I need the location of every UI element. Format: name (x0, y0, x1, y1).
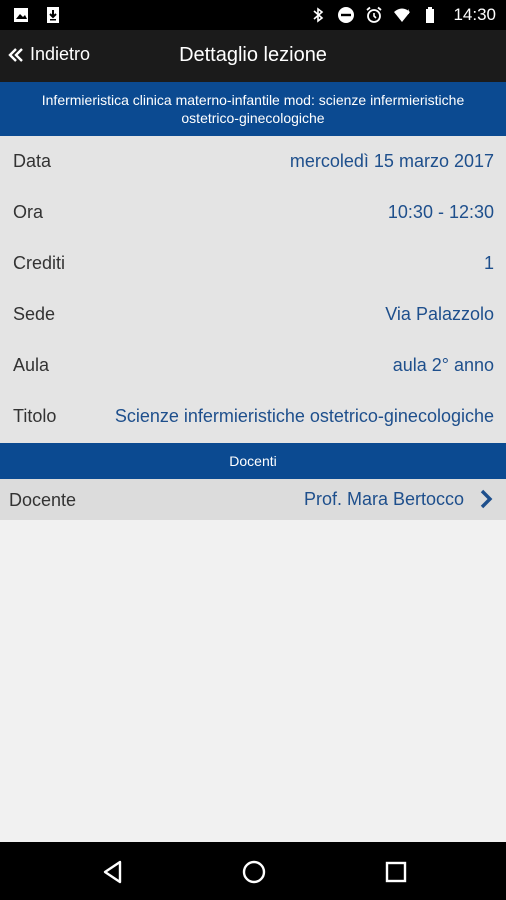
system-nav-bar (0, 842, 506, 900)
detail-label: Titolo (13, 406, 57, 426)
detail-row-aula: Aula aula 2° anno (0, 340, 506, 391)
chevron-right-icon (480, 489, 493, 509)
detail-label: Ora (13, 202, 44, 222)
detail-row-titolo: Titolo Scienze infermieristiche ostetric… (0, 391, 506, 442)
double-chevron-left-icon (8, 47, 23, 62)
docenti-section-header: Docenti (0, 443, 506, 479)
recents-square-icon[interactable] (382, 858, 410, 886)
bluetooth-icon (313, 7, 324, 23)
status-bar: H 14:30 (0, 0, 506, 30)
detail-row-data: Data mercoledì 15 marzo 2017 (0, 136, 506, 187)
nav-bar: Indietro Dettaglio lezione (0, 30, 506, 82)
detail-value: aula 2° anno (392, 355, 494, 375)
docente-label: Docente (9, 490, 77, 510)
detail-row-crediti: Crediti 1 (0, 238, 506, 289)
course-title-line1: Infermieristica clinica materno-infantil… (41, 92, 465, 108)
detail-row-ora: Ora 10:30 - 12:30 (0, 187, 506, 238)
status-right-icons: H 14:30 (309, 5, 496, 25)
course-header: Infermieristica clinica materno-infantil… (0, 82, 506, 136)
course-title-line2: ostetrico-ginecologiche (181, 110, 325, 126)
wifi-icon: H (394, 8, 411, 22)
docente-name: Prof. Mara Bertocco (303, 489, 464, 509)
svg-text:H: H (405, 10, 409, 16)
home-circle-icon[interactable] (240, 858, 268, 886)
do-not-disturb-icon (338, 7, 355, 23)
detail-value: Via Palazzolo (385, 304, 494, 324)
status-left-icons (12, 6, 62, 24)
battery-icon (426, 7, 435, 23)
lesson-details: Data mercoledì 15 marzo 2017 Ora 10:30 -… (0, 136, 506, 443)
status-time: 14:30 (453, 5, 496, 24)
detail-value: 1 (483, 253, 494, 273)
detail-row-sede: Sede Via Palazzolo (0, 289, 506, 340)
detail-value: Scienze infermieristiche ostetrico-ginec… (114, 406, 494, 426)
image-icon (14, 8, 28, 22)
detail-label: Crediti (13, 253, 66, 273)
detail-value: 10:30 - 12:30 (387, 202, 494, 222)
detail-label: Aula (13, 355, 50, 375)
download-icon (47, 7, 59, 23)
back-button[interactable]: Indietro (8, 44, 90, 65)
detail-label: Data (13, 151, 52, 171)
detail-value: mercoledì 15 marzo 2017 (289, 151, 494, 171)
back-label: Indietro (30, 44, 91, 64)
detail-label: Sede (13, 304, 56, 324)
docente-row[interactable]: Docente Prof. Mara Bertocco (0, 479, 506, 520)
alarm-icon (366, 6, 383, 23)
back-triangle-icon[interactable] (99, 858, 127, 886)
